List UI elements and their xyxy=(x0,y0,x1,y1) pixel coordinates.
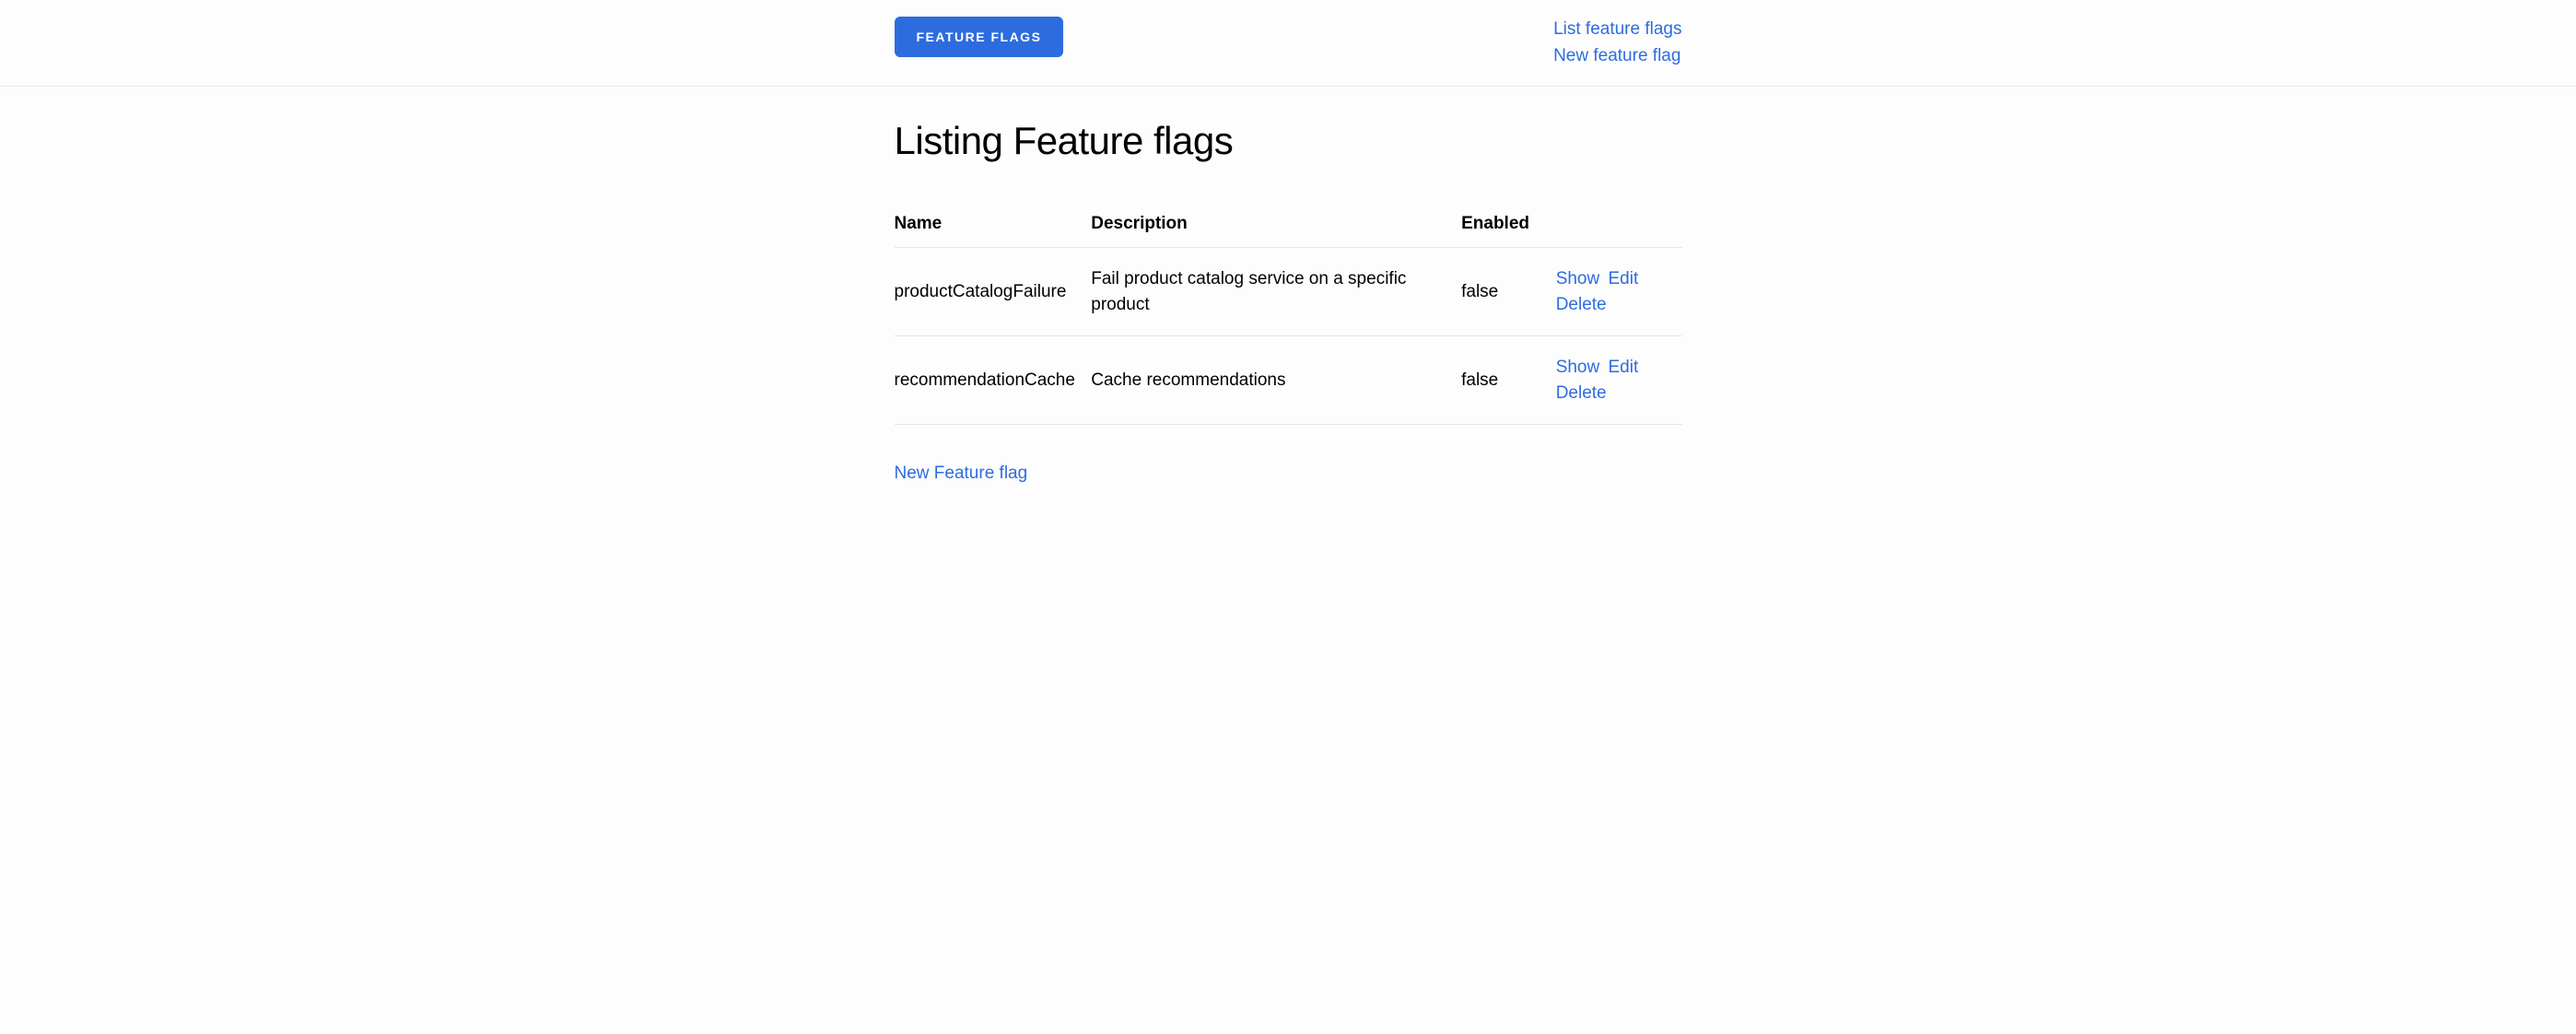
edit-link[interactable]: Edit xyxy=(1609,269,1639,288)
table-header-enabled: Enabled xyxy=(1461,205,1556,248)
table-row: productCatalogFailureFail product catalo… xyxy=(895,248,1682,336)
flag-actions: Show Edit Delete xyxy=(1556,336,1682,425)
show-link[interactable]: Show xyxy=(1556,269,1600,288)
header-bar: Feature Flags List feature flags New fea… xyxy=(0,0,2576,87)
flag-enabled: false xyxy=(1461,248,1556,336)
table-row: recommendationCacheCache recommendations… xyxy=(895,336,1682,425)
flag-actions: Show Edit Delete xyxy=(1556,248,1682,336)
show-link[interactable]: Show xyxy=(1556,358,1600,377)
nav-links: List feature flags New feature flag xyxy=(1553,17,1681,69)
delete-link[interactable]: Delete xyxy=(1556,383,1607,403)
nav-new-feature-flag[interactable]: New feature flag xyxy=(1553,43,1681,70)
table-header-name: Name xyxy=(895,205,1092,248)
table-header-actions xyxy=(1556,205,1682,248)
flag-name: productCatalogFailure xyxy=(895,248,1092,336)
delete-link[interactable]: Delete xyxy=(1556,295,1607,314)
flag-description: Cache recommendations xyxy=(1091,336,1461,425)
edit-link[interactable]: Edit xyxy=(1609,358,1639,377)
table-header-description: Description xyxy=(1091,205,1461,248)
nav-list-feature-flags[interactable]: List feature flags xyxy=(1553,17,1681,43)
page-title: Listing Feature flags xyxy=(895,119,1682,163)
feature-flags-table: Name Description Enabled productCatalogF… xyxy=(895,205,1682,425)
brand-button[interactable]: Feature Flags xyxy=(895,17,1064,57)
flag-name: recommendationCache xyxy=(895,336,1092,425)
flag-description: Fail product catalog service on a specif… xyxy=(1091,248,1461,336)
flag-enabled: false xyxy=(1461,336,1556,425)
new-feature-flag-link[interactable]: New Feature flag xyxy=(895,464,1028,484)
